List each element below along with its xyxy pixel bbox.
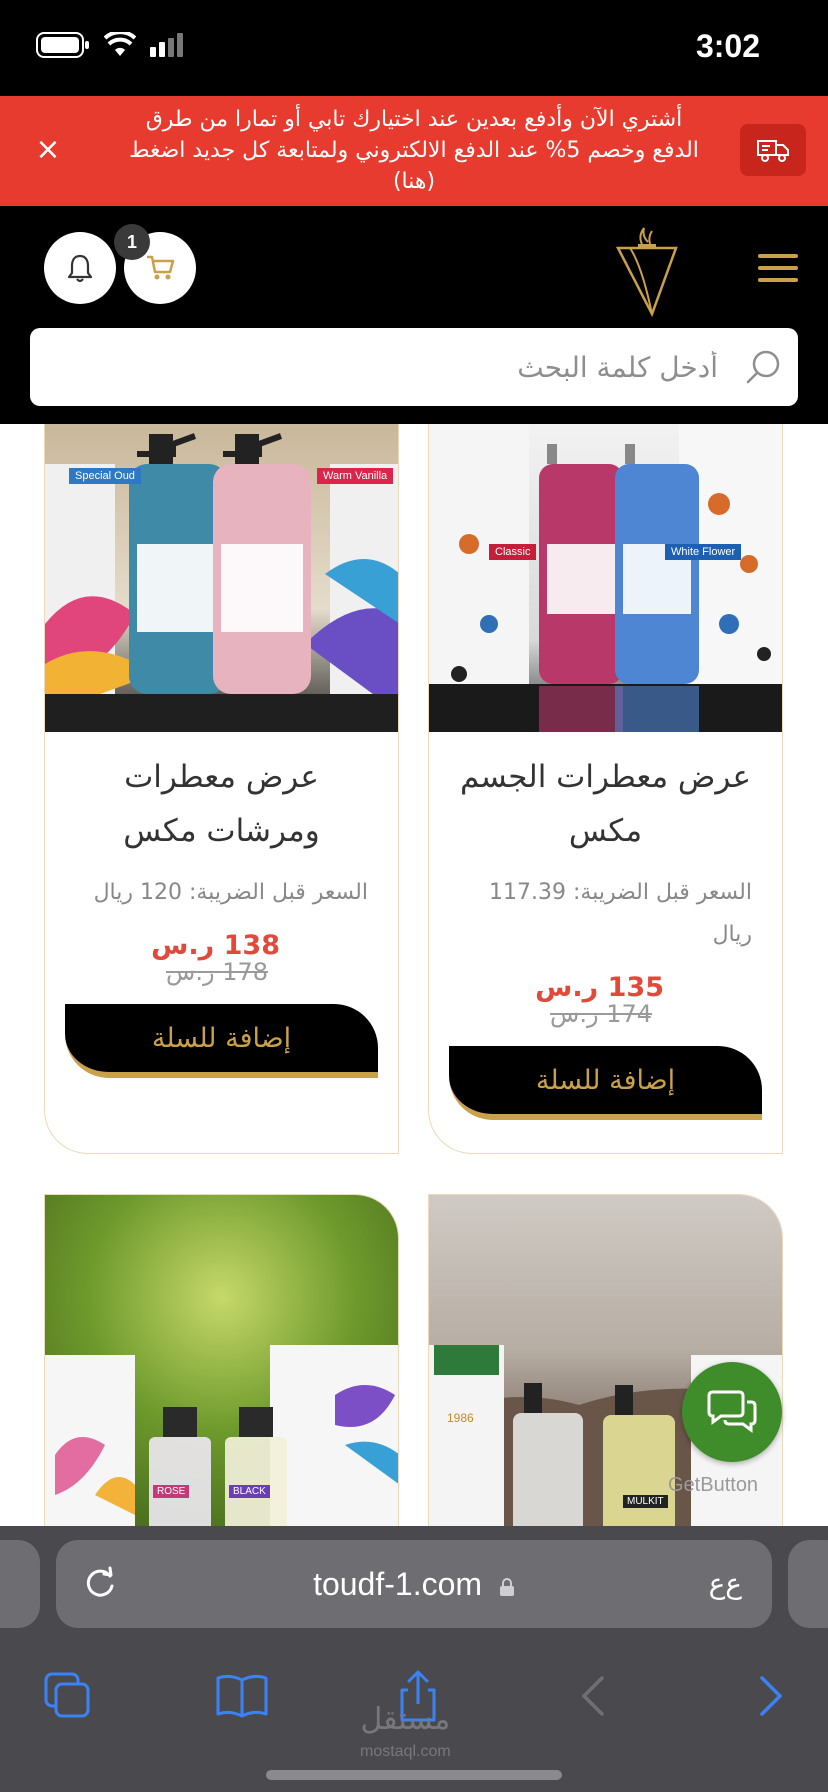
cart-icon (147, 255, 175, 280)
watermark-latin: mostaql.com (360, 1743, 451, 1760)
watermark: مستقل mostaql.com (360, 1704, 451, 1768)
status-time: 3:02 (695, 28, 760, 64)
back-icon[interactable] (566, 1668, 622, 1724)
status-icons (36, 32, 186, 58)
notifications-button[interactable] (44, 232, 116, 304)
next-tab[interactable] (788, 1540, 828, 1628)
brand-logo[interactable] (612, 222, 682, 318)
promo-close-button[interactable]: × (30, 132, 66, 168)
battery-icon (36, 32, 89, 58)
search-input[interactable] (50, 328, 718, 406)
address-bar[interactable]: toudf-1.com ﻉﻉ (56, 1540, 772, 1628)
search-box (30, 328, 798, 406)
original-price: 174 ر.س (550, 1000, 652, 1028)
home-indicator[interactable] (266, 1770, 562, 1780)
site-header: 1 (0, 206, 828, 424)
product-image[interactable]: ROSE BLACK (45, 1195, 398, 1526)
wifi-icon (104, 32, 136, 56)
product-card[interactable]: Special Oud Warm Vanilla عرض معطرات ومرش… (44, 424, 399, 1154)
promo-text[interactable]: أشتري الآن وأدفع بعدين عند اختيارك تابي … (120, 104, 708, 197)
status-bar: 3:02 (0, 0, 828, 96)
add-to-cart-button[interactable]: إضافة للسلة (449, 1046, 762, 1120)
menu-button[interactable] (758, 254, 798, 290)
product-image[interactable]: Classic White Flower (429, 424, 782, 732)
cart-count-badge: 1 (114, 224, 150, 260)
getbutton-label[interactable]: GetButton (668, 1474, 758, 1497)
search-icon[interactable] (744, 346, 786, 388)
product-label: 1986 (447, 1411, 474, 1425)
price-before-tax: السعر قبل الضريبة: 120 ريال (93, 880, 368, 905)
price-block: 135 ر.س 174 ر.س (429, 956, 782, 1028)
sale-price: 135 ر.س (535, 972, 664, 1003)
product-label: BLACK (229, 1485, 270, 1498)
original-price: 178 ر.س (166, 958, 268, 986)
menu-line (758, 254, 798, 258)
product-label: ROSE (153, 1485, 190, 1498)
product-card[interactable]: Classic White Flower عرض معطرات الجسم مك… (428, 424, 783, 1154)
add-to-cart-button[interactable]: إضافة للسلة (65, 1004, 378, 1078)
text-size-button[interactable]: ﻉﻉ (709, 1540, 742, 1628)
forward-icon[interactable] (742, 1668, 798, 1724)
price-before-tax: السعر قبل الضريبة: 117.39 ريال (489, 880, 752, 947)
menu-line (758, 266, 798, 270)
bookmarks-icon[interactable] (214, 1668, 270, 1724)
product-grid: Classic White Flower عرض معطرات الجسم مك… (0, 424, 828, 1526)
product-image[interactable]: Special Oud Warm Vanilla (45, 424, 398, 732)
bell-icon (67, 254, 93, 283)
previous-tab[interactable] (0, 1540, 40, 1628)
product-label: Classic (489, 544, 537, 560)
lock-icon (499, 1578, 514, 1596)
product-label: White Flower (665, 544, 742, 560)
menu-line (758, 278, 798, 282)
tabs-icon[interactable] (40, 1668, 96, 1724)
product-title[interactable]: عرض معطرات الجسم مكس (429, 732, 782, 858)
browser-chrome: toudf-1.com ﻉﻉ مستقل mostaql.com (0, 1526, 828, 1792)
url-display[interactable]: toudf-1.com (56, 1540, 772, 1628)
chat-icon (707, 1390, 757, 1433)
product-label: Warm Vanilla (317, 468, 394, 484)
url-text: toudf-1.com (313, 1566, 483, 1602)
product-label: MULKIT (623, 1495, 668, 1508)
promo-banner[interactable]: × أشتري الآن وأدفع بعدين عند اختيارك تاب… (0, 96, 828, 206)
product-label: Special Oud (69, 468, 141, 484)
chat-button[interactable] (682, 1362, 782, 1462)
delivery-truck-icon (740, 124, 806, 176)
watermark-arabic: مستقل (360, 1702, 451, 1737)
product-card[interactable]: ROSE BLACK (44, 1194, 399, 1526)
product-title[interactable]: عرض معطرات ومرشات مكس (45, 732, 398, 858)
signal-icon (150, 33, 183, 57)
sale-price: 138 ر.س (151, 930, 280, 961)
price-block: 138 ر.س 178 ر.س (45, 914, 398, 986)
